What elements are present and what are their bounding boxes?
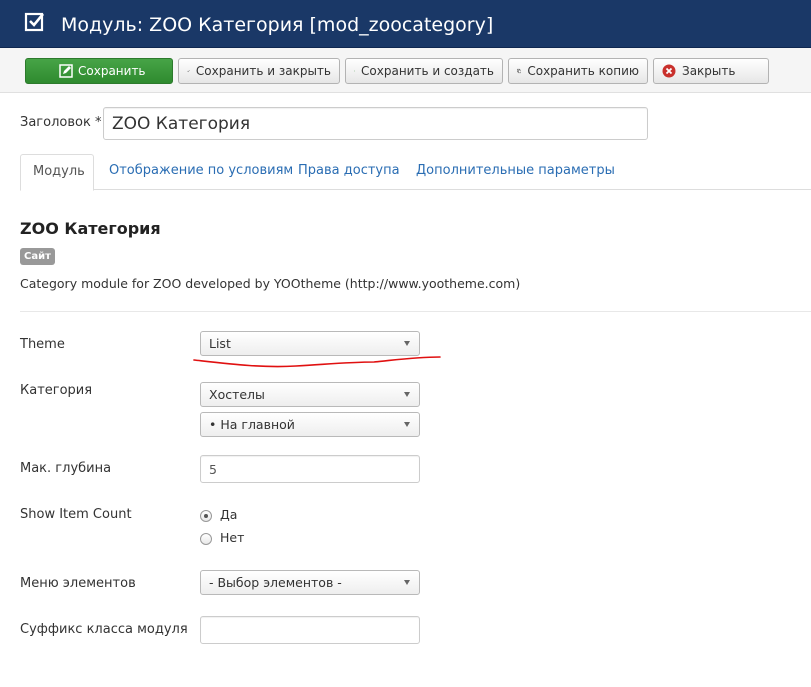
save-button[interactable]: Сохранить (25, 58, 173, 84)
depth-label: Мак. глубина (20, 461, 112, 476)
theme-select[interactable]: List (200, 331, 420, 356)
depth-input-value: 5 (209, 461, 217, 477)
class-suffix-input[interactable] (200, 616, 420, 644)
category-select-value: Хостелы (209, 387, 265, 402)
item-count-yes-radio[interactable] (200, 510, 212, 522)
depth-input[interactable]: 5 (200, 455, 420, 483)
category-sub-select[interactable]: • На главной (200, 412, 420, 437)
menu-items-label: Меню элементов (20, 576, 136, 591)
menu-items-select[interactable]: - Выбор элементов - (200, 570, 420, 595)
divider (20, 311, 811, 312)
tab-module[interactable]: Модуль (20, 154, 94, 191)
save-copy-button[interactable]: Сохранить копию (508, 58, 648, 84)
save-new-label: Сохранить и создать (361, 64, 494, 78)
module-name: ZOO Категория (20, 219, 161, 238)
save-new-button[interactable]: Сохранить и создать (345, 58, 503, 84)
title-field-label: Заголовок * (20, 115, 102, 130)
tab-advanced[interactable]: Дополнительные параметры (404, 154, 627, 190)
checkbox-icon (24, 12, 45, 32)
category-select[interactable]: Хостелы (200, 382, 420, 407)
category-sub-select-value: • На главной (209, 417, 295, 432)
edit-icon (59, 64, 73, 78)
close-label: Закрыть (682, 64, 736, 78)
save-copy-label: Сохранить копию (527, 64, 639, 78)
save-label: Сохранить (78, 64, 146, 78)
item-count-label: Show Item Count (20, 507, 132, 522)
save-close-button[interactable]: Сохранить и закрыть (178, 58, 340, 84)
item-count-no-label[interactable]: Нет (220, 530, 244, 545)
save-close-label: Сохранить и закрыть (195, 64, 331, 78)
close-button[interactable]: Закрыть (653, 58, 769, 84)
theme-select-value: List (209, 336, 231, 351)
title-bar: Модуль: ZOO Категория [mod_zoocategory] (0, 0, 811, 48)
tab-assignment[interactable]: Отображение по условиям (97, 154, 305, 190)
site-badge: Сайт (20, 248, 55, 265)
chevron-down-icon (404, 422, 410, 427)
item-count-yes-label[interactable]: Да (220, 507, 237, 522)
menu-items-select-value: - Выбор элементов - (209, 575, 342, 590)
tab-bar: Модуль Отображение по условиям Права дос… (20, 154, 811, 191)
chevron-down-icon (404, 580, 410, 585)
item-count-no-radio[interactable] (200, 533, 212, 545)
module-description: Category module for ZOO developed by YOO… (20, 276, 521, 291)
class-suffix-label: Суффикс класса модуля (20, 622, 188, 637)
category-label: Категория (20, 383, 93, 398)
close-circle-icon (662, 64, 676, 78)
toolbar: Сохранить Сохранить и закрыть Сохранить … (0, 48, 811, 93)
plus-icon (354, 70, 355, 72)
theme-label: Theme (20, 337, 65, 352)
title-input[interactable]: ZOO Категория (103, 107, 648, 140)
page-title: Модуль: ZOO Категория [mod_zoocategory] (61, 14, 494, 36)
chevron-down-icon (404, 392, 410, 397)
check-icon (187, 70, 190, 73)
tab-permissions[interactable]: Права доступа (286, 154, 412, 190)
copy-icon (517, 68, 522, 74)
title-input-value: ZOO Категория (112, 113, 251, 134)
chevron-down-icon (404, 341, 410, 346)
